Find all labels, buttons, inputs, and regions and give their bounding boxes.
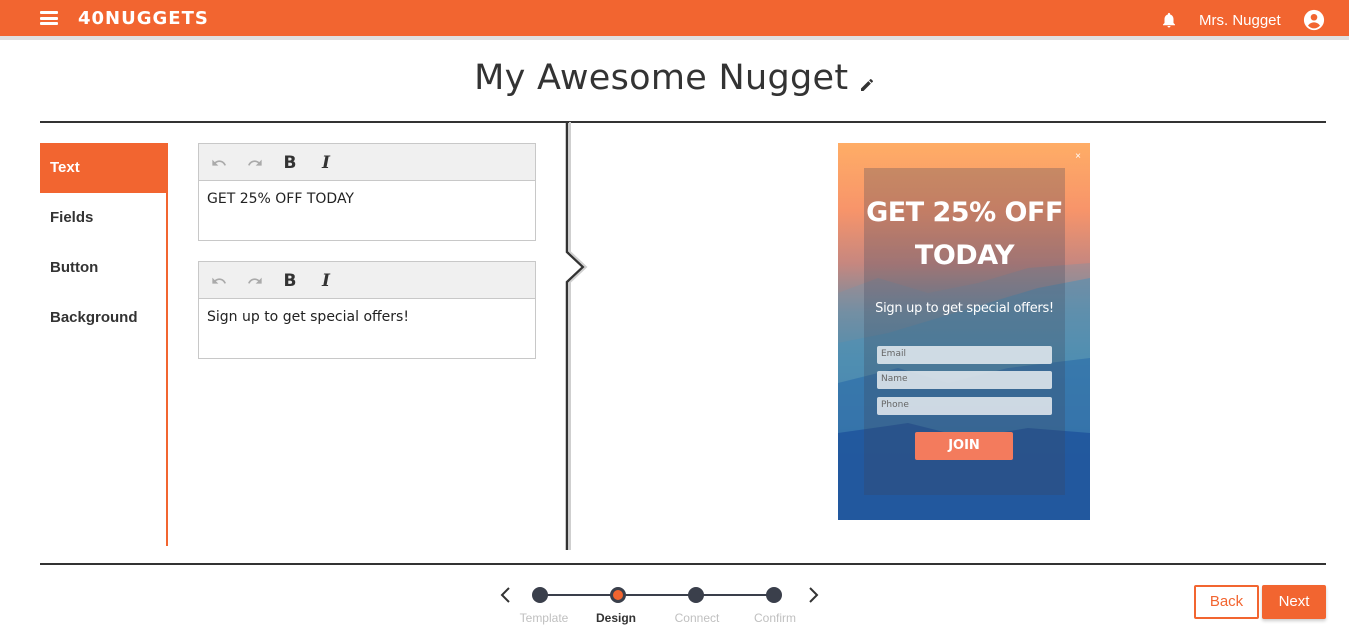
step-dot-design[interactable] — [610, 587, 626, 603]
user-name[interactable]: Mrs. Nugget — [1199, 12, 1281, 29]
preview-name-field[interactable]: Name — [877, 371, 1052, 389]
step-dot-template[interactable] — [532, 587, 548, 603]
subtext-editor: B I Sign up to get special offers! — [198, 261, 536, 359]
tab-text[interactable]: Text — [40, 143, 166, 193]
preview-subtext: Sign up to get special offers! — [875, 301, 1054, 316]
bell-icon[interactable] — [1160, 11, 1178, 29]
panel-divider — [565, 122, 588, 550]
bottom-divider — [40, 563, 1326, 565]
step-label-connect: Connect — [674, 611, 720, 625]
subtext-text-input[interactable]: Sign up to get special offers! — [199, 299, 535, 335]
preview-email-field[interactable]: Email — [877, 346, 1052, 364]
editor-toolbar: B I — [199, 144, 535, 181]
italic-button[interactable]: I — [316, 153, 336, 173]
next-button[interactable]: Next — [1262, 585, 1326, 619]
user-account-icon[interactable] — [1303, 9, 1325, 31]
close-icon[interactable]: × — [1075, 151, 1081, 162]
section-tabs: Text Fields Button Background — [40, 143, 168, 546]
page-title-wrap: My Awesome Nugget — [0, 58, 1349, 98]
nugget-preview: × GET 25% OFF TODAY Sign up to get speci… — [838, 143, 1090, 520]
step-label-confirm: Confirm — [753, 611, 796, 625]
undo-icon[interactable] — [209, 271, 229, 291]
pencil-edit-icon[interactable] — [859, 77, 875, 93]
progress-stepper: Template Design Connect Confirm — [494, 580, 834, 626]
redo-icon[interactable] — [245, 153, 265, 173]
step-dot-connect[interactable] — [688, 587, 704, 603]
italic-button[interactable]: I — [316, 271, 336, 291]
tab-button[interactable]: Button — [40, 243, 166, 293]
app-logo[interactable]: 40NUGGETS — [78, 8, 209, 29]
top-divider — [40, 121, 1326, 123]
hamburger-menu-icon[interactable] — [40, 11, 58, 25]
undo-icon[interactable] — [209, 153, 229, 173]
editor-toolbar: B I — [199, 262, 535, 299]
headline-editor: B I GET 25% OFF TODAY — [198, 143, 536, 241]
back-button[interactable]: Back — [1194, 585, 1259, 619]
bold-button[interactable]: B — [280, 271, 300, 291]
page-title: My Awesome Nugget — [474, 58, 849, 98]
preview-join-button[interactable]: JOIN — [915, 432, 1013, 460]
tab-fields[interactable]: Fields — [40, 193, 166, 243]
headline-text-input[interactable]: GET 25% OFF TODAY — [199, 181, 535, 217]
bold-button[interactable]: B — [280, 153, 300, 173]
chevron-right-icon[interactable] — [807, 586, 821, 604]
preview-phone-field[interactable]: Phone — [877, 397, 1052, 415]
chevron-left-icon[interactable] — [498, 586, 512, 604]
step-dot-confirm[interactable] — [766, 587, 782, 603]
step-label-template: Template — [519, 611, 569, 625]
top-bar: 40NUGGETS Mrs. Nugget — [0, 0, 1349, 40]
step-label-design: Design — [595, 611, 636, 625]
redo-icon[interactable] — [245, 271, 265, 291]
stepper-line — [540, 594, 774, 596]
preview-headline: GET 25% OFF TODAY — [866, 197, 1063, 271]
tab-background[interactable]: Background — [40, 293, 166, 343]
